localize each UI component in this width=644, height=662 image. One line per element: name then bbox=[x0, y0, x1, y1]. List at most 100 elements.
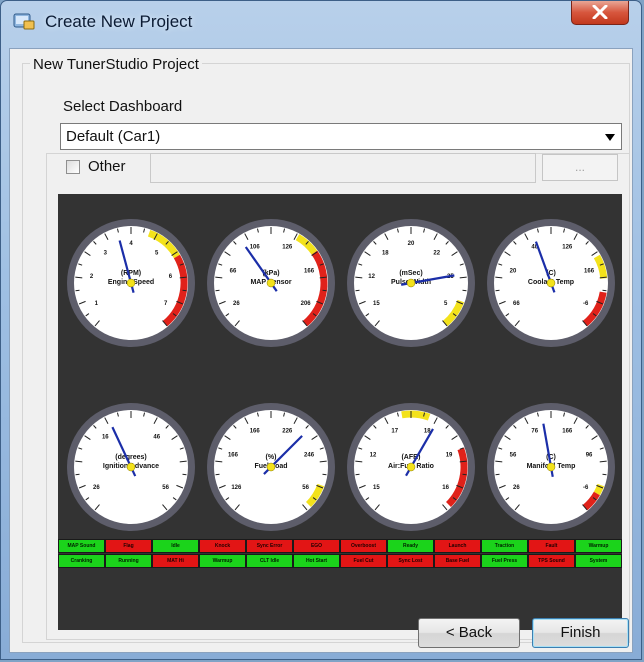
gauge-tick-label: 20 bbox=[408, 241, 415, 247]
gauge: 2616 4656(degrees)Ignition Advance bbox=[67, 403, 195, 531]
status-indicator: Knock bbox=[199, 539, 246, 553]
close-icon bbox=[592, 5, 608, 19]
gauge-tick bbox=[495, 289, 500, 292]
gauge-tick-label: 66 bbox=[513, 301, 520, 307]
dialog-content: New TunerStudio Project Select Dashboard… bbox=[9, 48, 633, 653]
gauge-tick-label: 15 bbox=[373, 301, 380, 307]
status-indicator: Traction bbox=[481, 539, 528, 553]
gauge-tick-label: 56 bbox=[510, 453, 517, 459]
gauge-tick-label: 76 bbox=[531, 428, 538, 434]
dashboard-preview: 1 2 3 4 5 6 7 (RPM) Engine Speed 26 66 106 126 166 206… bbox=[58, 194, 622, 630]
gauge-units: (RPM) bbox=[121, 270, 141, 277]
status-indicator: TPS Sound bbox=[528, 554, 575, 568]
gauge-tick-label: 166 bbox=[250, 428, 261, 434]
close-button[interactable] bbox=[571, 1, 629, 25]
status-indicator: Sync Error bbox=[246, 539, 293, 553]
gauge-tick bbox=[602, 473, 607, 476]
finish-button[interactable]: Finish bbox=[532, 618, 629, 648]
gauge-tick-label: 166 bbox=[584, 269, 595, 275]
gauge-tick-label: 18 bbox=[382, 250, 389, 256]
gauge-tick bbox=[462, 473, 467, 476]
gauge-tick-label: 12 bbox=[370, 453, 377, 459]
create-project-dialog: Create New Project New TunerStudio Proje… bbox=[0, 0, 642, 660]
other-checkbox[interactable] bbox=[66, 160, 80, 174]
gauge-tick bbox=[182, 473, 187, 476]
tunerstudio-project-icon bbox=[13, 13, 35, 30]
title-bar[interactable]: Create New Project bbox=[1, 1, 641, 41]
gauge: 126166166 22624656(%)Fuel Load bbox=[207, 403, 335, 531]
gauge-units: (mSec) bbox=[399, 270, 422, 277]
gauge-units: (%) bbox=[266, 454, 277, 461]
gauge-hub bbox=[406, 278, 416, 288]
status-indicator: Running bbox=[105, 554, 152, 568]
gauge-hub bbox=[126, 462, 136, 472]
status-indicator: Warmup bbox=[575, 539, 622, 553]
gauge-tick-label: 16 bbox=[102, 434, 109, 440]
gauge-hub bbox=[266, 462, 276, 472]
gauge-tick-label: 46 bbox=[153, 434, 160, 440]
gauge-tick bbox=[355, 473, 360, 476]
gauge: 265676 16696-6(C)Manifold Temp bbox=[487, 403, 615, 531]
status-indicator: Base Fuel bbox=[434, 554, 481, 568]
gauge-hub bbox=[546, 462, 556, 472]
gauge-tick-label: 126 bbox=[231, 485, 242, 491]
status-indicator: MAP Sound bbox=[58, 539, 105, 553]
gauge-tick-label: 166 bbox=[228, 453, 239, 459]
status-indicator: Hot Start bbox=[293, 554, 340, 568]
status-indicator: Overboost bbox=[340, 539, 387, 553]
gauge-tick bbox=[322, 289, 327, 292]
status-indicator: Flag bbox=[105, 539, 152, 553]
status-indicator: Sync Lost bbox=[387, 554, 434, 568]
gauge-tick bbox=[355, 289, 360, 292]
status-indicator: MAT Hi bbox=[152, 554, 199, 568]
project-group-title: New TunerStudio Project bbox=[30, 56, 202, 73]
gauge-hub bbox=[546, 278, 556, 288]
gauge: 662040 126166-6(C)Coolant Temp bbox=[487, 219, 615, 347]
gauge-hub bbox=[126, 278, 136, 288]
gauge-tick-label: 126 bbox=[282, 244, 293, 250]
other-dashboard-row: Other ... bbox=[58, 153, 624, 183]
chevron-down-icon[interactable] bbox=[605, 134, 615, 141]
gauge-tick-label: 20 bbox=[510, 269, 517, 275]
dashboard-select[interactable]: Default (Car1) bbox=[60, 123, 622, 150]
gauge-tick-label: 26 bbox=[233, 301, 240, 307]
gauge-tick bbox=[462, 289, 467, 292]
gauge-tick-label: 206 bbox=[301, 301, 312, 307]
gauge: 151217 181916(AFR)Air:Fuel Ratio bbox=[347, 403, 475, 531]
gauge-tick-label: 56 bbox=[302, 485, 309, 491]
gauge: 1234567(RPM)Engine Speed bbox=[67, 219, 195, 347]
back-button[interactable]: < Back bbox=[418, 618, 520, 648]
gauge-tick bbox=[215, 473, 220, 476]
gauge-tick-label: 26 bbox=[513, 485, 520, 491]
gauge-tick-label: 96 bbox=[586, 453, 593, 459]
gauge-tick bbox=[322, 473, 327, 476]
gauge: 1512182022255(mSec)Pulse Width bbox=[347, 219, 475, 347]
gauge-tick bbox=[215, 289, 220, 292]
gauge-tick-label: 17 bbox=[391, 428, 398, 434]
dashboard-select-value: Default (Car1) bbox=[66, 128, 161, 145]
status-indicator: Fault bbox=[528, 539, 575, 553]
gauge-tick-label: 22 bbox=[433, 250, 440, 256]
gauge-tick bbox=[75, 473, 80, 476]
gauge-tick-label: 226 bbox=[282, 428, 293, 434]
gauge-tick-label: -6 bbox=[583, 485, 589, 491]
status-indicator: Idle bbox=[152, 539, 199, 553]
other-label[interactable]: Other bbox=[88, 158, 126, 175]
browse-button: ... bbox=[542, 154, 618, 181]
status-indicator: CLT Idle bbox=[246, 554, 293, 568]
gauge-tick-label: 15 bbox=[373, 485, 380, 491]
indicator-panel: MAP Sound Flag Idle Knock Sync Error EGO Overb… bbox=[58, 539, 622, 569]
gauge-tick-label: 12 bbox=[368, 274, 375, 280]
gauge-hub bbox=[406, 462, 416, 472]
status-indicator: Launch bbox=[434, 539, 481, 553]
status-indicator: System bbox=[575, 554, 622, 568]
gauge-tick bbox=[75, 289, 80, 292]
other-path-field bbox=[150, 153, 536, 183]
gauge-tick-label: -6 bbox=[583, 301, 589, 307]
gauge-units: (C) bbox=[546, 454, 556, 461]
gauge-tick-label: 126 bbox=[562, 244, 573, 250]
gauge-tick-label: 166 bbox=[562, 428, 573, 434]
gauge-hub bbox=[266, 278, 276, 288]
gauge-tick bbox=[602, 289, 607, 292]
gauge-warning-arc bbox=[401, 410, 431, 421]
